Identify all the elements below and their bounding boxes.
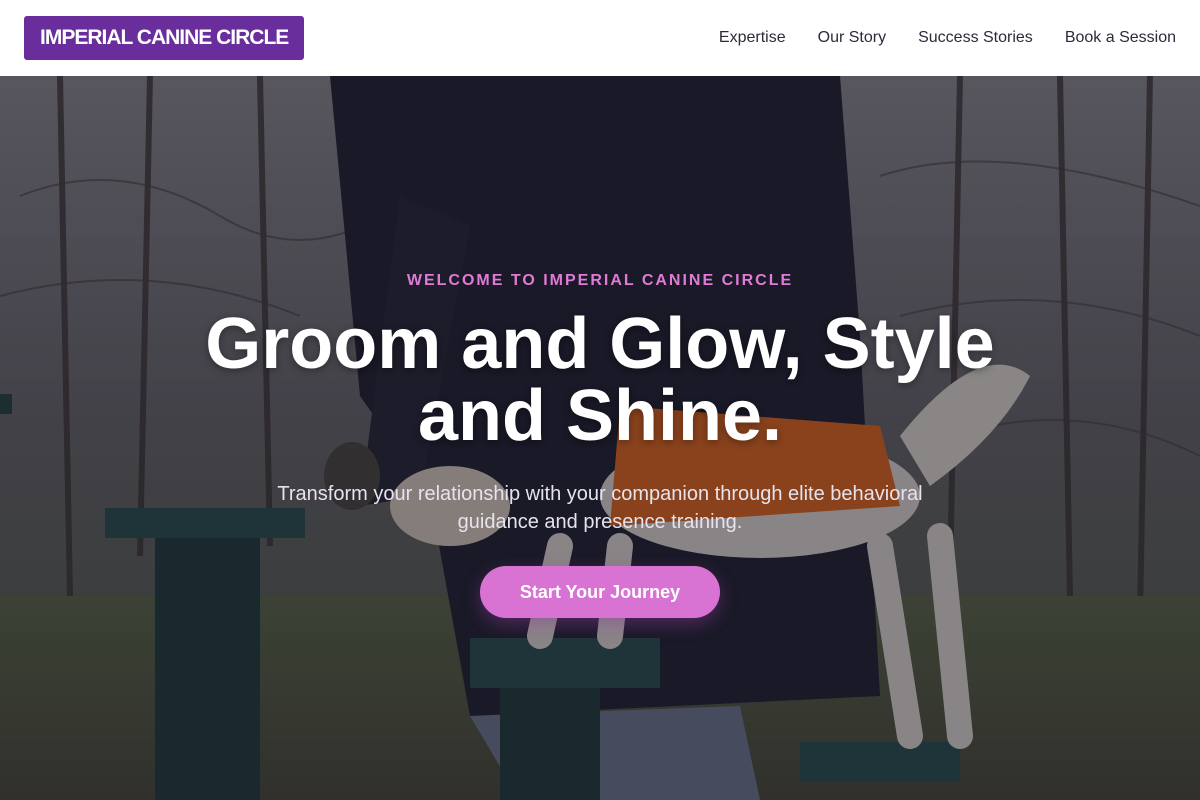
start-journey-button[interactable]: Start Your Journey	[480, 566, 720, 618]
site-header: IMPERIAL CANINE CIRCLE Expertise Our Sto…	[0, 0, 1200, 76]
nav-link-expertise[interactable]: Expertise	[719, 29, 786, 47]
hero-subtext: Transform your relationship with your co…	[277, 483, 923, 533]
hero-content: WELCOME TO IMPERIAL CANINE CIRCLE Groom …	[0, 76, 1200, 800]
nav-link-book-session[interactable]: Book a Session	[1065, 29, 1176, 47]
main-nav: Expertise Our Story Success Stories Book…	[719, 29, 1176, 47]
nav-link-our-story[interactable]: Our Story	[818, 29, 886, 47]
hero-headline: Groom and Glow, Style and Shine.	[205, 304, 995, 456]
hero-section: WELCOME TO IMPERIAL CANINE CIRCLE Groom …	[0, 76, 1200, 800]
brand-logo[interactable]: IMPERIAL CANINE CIRCLE	[24, 16, 305, 60]
nav-link-success-stories[interactable]: Success Stories	[918, 29, 1033, 47]
hero-eyebrow: WELCOME TO IMPERIAL CANINE CIRCLE	[406, 272, 794, 289]
